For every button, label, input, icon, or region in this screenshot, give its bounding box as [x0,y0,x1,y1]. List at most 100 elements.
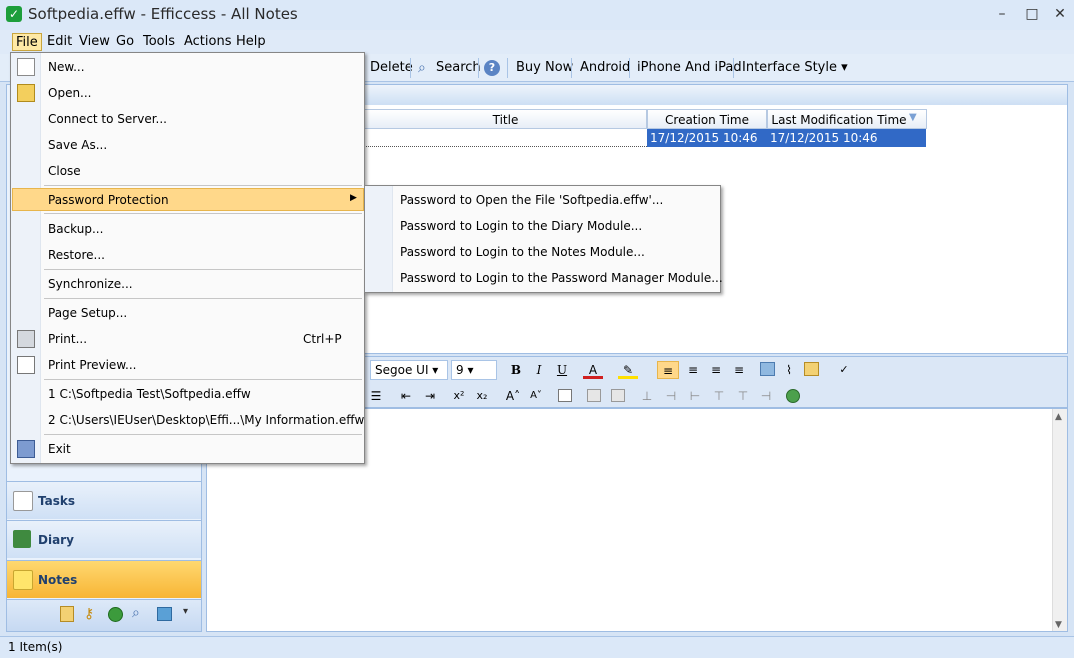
underline-button[interactable]: U [554,361,570,379]
menu-item-recent-1[interactable]: 1 C:\Softpedia Test\Softpedia.effw [48,383,251,405]
chevron-down-icon[interactable]: ▾ [183,606,188,617]
nav-tasks[interactable]: Tasks [7,481,201,519]
spell-check-icon[interactable]: ✓ [834,361,854,379]
menu-item-password-protection[interactable]: Password Protection [48,189,169,211]
restore-button[interactable]: □ [1020,4,1044,24]
iphone-ipad-button[interactable]: iPhone And iPad [633,58,746,78]
font-family-select[interactable]: Segoe UI ▾ [370,360,448,380]
subscript-icon[interactable]: x₂ [472,387,492,405]
menu-actions[interactable]: Actions [181,33,235,51]
help-icon[interactable]: ? [484,60,500,76]
submenu-item-password-manager-password[interactable]: Password to Login to the Password Manage… [400,267,723,289]
menu-item-exit[interactable]: Exit [48,438,71,460]
menu-separator [44,185,362,186]
menu-go[interactable]: Go [113,33,137,51]
menu-item-print-preview[interactable]: Print Preview... [48,354,136,376]
attachment-icon[interactable]: ⌇ [781,361,797,379]
search-icon: ⌕ [418,60,426,76]
align-right-icon[interactable]: ≡ [706,361,726,379]
grow-font-icon[interactable]: A˄ [503,387,523,405]
cell-creation-time[interactable]: 17/12/2015 10:46 [647,129,767,147]
menu-item-save-as[interactable]: Save As... [48,134,107,156]
menu-item-synchronize[interactable]: Synchronize... [48,273,133,295]
nav-notes-label: Notes [38,573,78,587]
column-creation-time[interactable]: Creation Time [647,109,767,129]
column-title[interactable]: Title [364,109,647,129]
toolbar-separator [478,58,479,78]
diary-icon [13,530,31,548]
table-insert-icon[interactable] [587,389,601,402]
justify-icon[interactable]: ≡ [729,361,749,379]
buy-now-button[interactable]: Buy Now [512,58,577,78]
sync-icon[interactable] [157,607,172,621]
table-delete-icon[interactable] [611,389,625,402]
submenu-item-diary-password[interactable]: Password to Login to the Diary Module... [400,215,642,237]
toolbar-separator [410,58,411,78]
menu-item-close[interactable]: Close [48,160,81,182]
merge-cells-icon[interactable]: ⊢ [686,387,704,405]
align-center-icon[interactable]: ≡ [683,361,703,379]
indent-icon[interactable]: ⇤ [396,387,416,405]
column-last-modification-time[interactable]: Last Modification Time [767,109,927,129]
nav-notes[interactable]: Notes [7,560,201,598]
menu-item-restore[interactable]: Restore... [48,244,105,266]
editor-scrollbar[interactable] [1052,409,1067,631]
toolbar-separator [629,58,630,78]
insert-object-icon[interactable] [804,362,819,376]
menu-item-connect-to-server[interactable]: Connect to Server... [48,108,167,130]
highlight-button[interactable]: ✎ [618,361,638,379]
menu-tools[interactable]: Tools [140,33,178,51]
print-shortcut: Ctrl+P [303,332,342,346]
menu-item-new[interactable]: New... [48,56,85,78]
menu-item-recent-2[interactable]: 2 C:\Users\IEUser\Desktop\Effi...\My Inf… [48,409,364,431]
insert-row-icon[interactable]: ⊥ [638,387,656,405]
scroll-up-icon[interactable]: ▲ [1055,412,1062,422]
submenu-item-open-file-password[interactable]: Password to Open the File 'Softpedia.eff… [400,189,663,211]
menu-item-backup[interactable]: Backup... [48,218,103,240]
globe-icon[interactable] [108,607,123,622]
menu-view[interactable]: View [76,33,113,51]
numbered-list-icon[interactable]: ☰ [368,387,384,405]
insert-column-icon[interactable]: ⊣ [662,387,680,405]
menu-separator [44,379,362,380]
menu-item-open[interactable]: Open... [48,82,92,104]
hyperlink-icon[interactable] [786,389,800,403]
nav-diary[interactable]: Diary [7,520,201,558]
cell-modified-time[interactable]: 17/12/2015 10:46 [767,129,926,147]
table-icon[interactable] [558,389,572,402]
shrink-font-icon[interactable]: A˅ [526,387,546,405]
toolbar-separator [507,58,508,78]
toolbar-separator [571,58,572,78]
submenu-arrow-icon: ▶ [350,193,357,203]
clipboard-icon[interactable] [60,606,74,622]
minimize-button[interactable]: – [990,4,1014,24]
menu-edit[interactable]: Edit [44,33,75,51]
key-icon[interactable]: ⚷ [84,606,94,622]
window-title: Softpedia.effw - Efficcess - All Notes [28,5,298,23]
menu-item-print[interactable]: Print... [48,328,87,350]
search-button[interactable]: Search [432,58,485,78]
align-left-icon[interactable]: ≡ [657,361,679,379]
bold-button[interactable]: B [508,361,524,379]
delete-row-icon[interactable]: ⊤ [734,387,752,405]
close-button[interactable]: ✕ [1048,4,1072,24]
android-button[interactable]: Android [576,58,634,78]
submenu-item-notes-password[interactable]: Password to Login to the Notes Module... [400,241,645,263]
superscript-icon[interactable]: x² [449,387,469,405]
delete-column-icon[interactable]: ⊣ [757,387,775,405]
outdent-icon[interactable]: ⇥ [420,387,440,405]
toolbar-separator [733,58,734,78]
font-family-value: Segoe UI [375,363,429,377]
menu-item-page-setup[interactable]: Page Setup... [48,302,127,324]
search-icon[interactable]: ⌕ [132,605,140,621]
interface-style-dropdown[interactable]: Interface Style ▾ [738,58,852,78]
italic-button[interactable]: I [531,361,547,379]
menu-file[interactable]: File [12,33,42,51]
table-row[interactable] [364,129,647,147]
insert-image-icon[interactable] [760,362,775,376]
menu-help[interactable]: Help [233,33,269,51]
split-cells-icon[interactable]: ⊤ [710,387,728,405]
scroll-down-icon[interactable]: ▼ [1055,620,1062,630]
font-size-select[interactable]: 9 ▾ [451,360,497,380]
font-color-button[interactable]: A [583,361,603,379]
